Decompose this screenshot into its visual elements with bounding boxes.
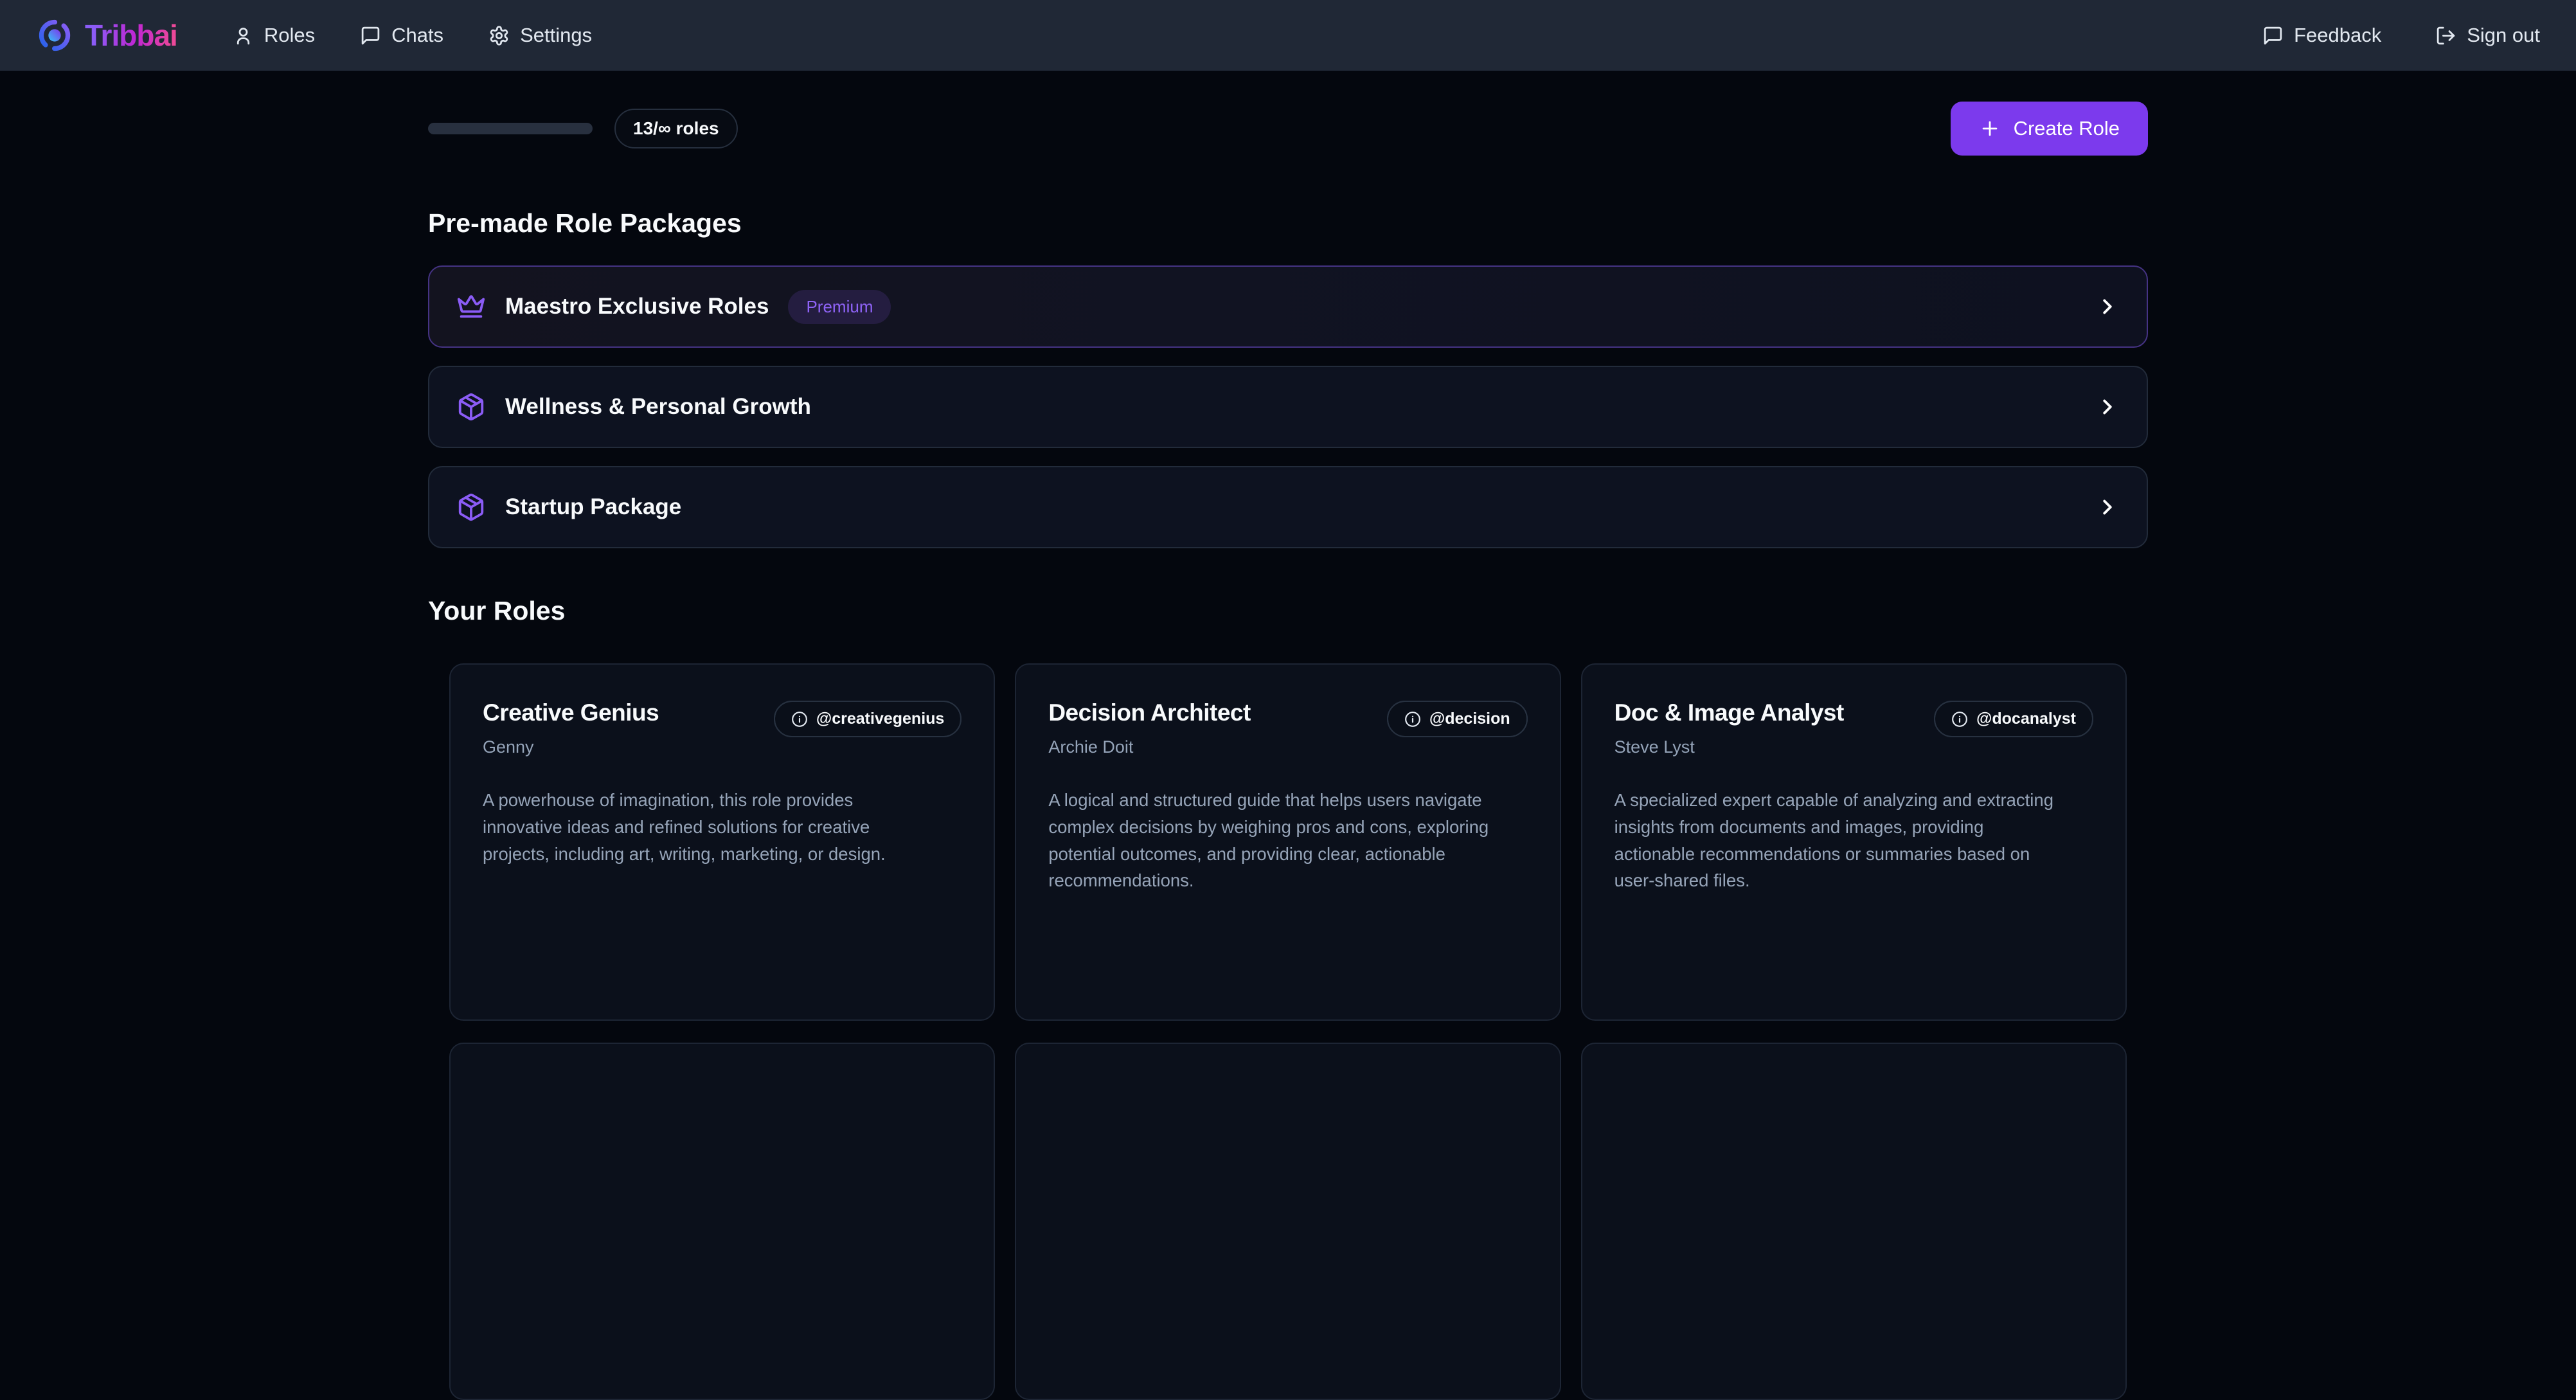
create-role-button[interactable]: Create Role (1951, 102, 2148, 156)
role-card-doc-image-analyst[interactable]: Doc & Image Analyst Steve Lyst @docanaly… (1581, 663, 2127, 1021)
role-card-creative-genius[interactable]: Creative Genius Genny @creativegenius A … (449, 663, 995, 1021)
role-title: Creative Genius (483, 699, 659, 726)
role-quota-badge: 13/∞ roles (614, 109, 738, 148)
premade-packages-heading: Pre-made Role Packages (428, 208, 2148, 238)
role-description: A powerhouse of imagination, this role p… (483, 787, 933, 867)
main-content: 13/∞ roles Create Role Pre-made Role Pac… (428, 102, 2148, 1400)
sign-out-label: Sign out (2467, 24, 2540, 47)
package-title: Startup Package (505, 494, 681, 520)
top-navbar: Tribbai Roles Chats Settings Feedba (0, 0, 2576, 71)
package-title: Maestro Exclusive Roles (505, 294, 769, 319)
role-card-partial[interactable] (449, 1043, 995, 1400)
role-description: A logical and structured guide that help… (1048, 787, 1498, 894)
role-card-decision-architect[interactable]: Decision Architect Archie Doit @decision… (1015, 663, 1561, 1021)
role-subtitle: Archie Doit (1048, 737, 1251, 757)
role-card-partial[interactable] (1581, 1043, 2127, 1400)
role-handle-badge[interactable]: @creativegenius (774, 701, 962, 737)
premium-badge: Premium (788, 290, 891, 324)
chevron-right-icon (2095, 395, 2120, 419)
role-handle-badge[interactable]: @docanalyst (1934, 701, 2093, 737)
user-icon (233, 25, 254, 46)
info-icon (1404, 711, 1421, 728)
role-card-header: Doc & Image Analyst Steve Lyst @docanaly… (1614, 699, 2093, 757)
nav-label-roles: Roles (264, 24, 315, 47)
brand-logo[interactable]: Tribbai (36, 17, 177, 54)
role-card-header: Decision Architect Archie Doit @decision (1048, 699, 1527, 757)
gear-icon (488, 25, 510, 46)
sign-out-button[interactable]: Sign out (2435, 24, 2540, 47)
brand-name: Tribbai (85, 18, 177, 53)
nav-item-settings[interactable]: Settings (488, 24, 592, 47)
package-icon (456, 492, 486, 522)
feedback-label: Feedback (2294, 24, 2381, 47)
role-card-title-block: Creative Genius Genny (483, 699, 659, 757)
role-subtitle: Genny (483, 737, 659, 757)
package-card-startup[interactable]: Startup Package (428, 466, 2148, 548)
feedback-button[interactable]: Feedback (2262, 24, 2381, 47)
roles-grid: Creative Genius Genny @creativegenius A … (428, 663, 2148, 1400)
chevron-right-icon (2095, 495, 2120, 519)
info-icon (1951, 711, 1968, 728)
package-icon (456, 392, 486, 422)
role-card-title-block: Decision Architect Archie Doit (1048, 699, 1251, 757)
nav-item-chats[interactable]: Chats (360, 24, 443, 47)
role-card-title-block: Doc & Image Analyst Steve Lyst (1614, 699, 1844, 757)
roles-toolbar: 13/∞ roles Create Role (428, 102, 2148, 156)
your-roles-heading: Your Roles (428, 596, 2148, 626)
main-nav: Roles Chats Settings (233, 24, 592, 47)
chat-icon (360, 25, 381, 46)
role-card-partial[interactable] (1015, 1043, 1561, 1400)
role-card-header: Creative Genius Genny @creativegenius (483, 699, 962, 757)
nav-label-chats: Chats (391, 24, 443, 47)
role-handle-text: @decision (1429, 710, 1510, 728)
crown-icon (456, 292, 486, 321)
package-card-wellness[interactable]: Wellness & Personal Growth (428, 366, 2148, 448)
tribbai-logo-icon (36, 17, 73, 54)
package-list: Maestro Exclusive Roles Premium Wellness… (428, 265, 2148, 548)
role-quota: 13/∞ roles (428, 109, 738, 148)
plus-icon (1979, 118, 2001, 139)
package-card-maestro[interactable]: Maestro Exclusive Roles Premium (428, 265, 2148, 348)
role-title: Doc & Image Analyst (1614, 699, 1844, 726)
topbar-right: Feedback Sign out (2262, 24, 2540, 47)
nav-item-roles[interactable]: Roles (233, 24, 315, 47)
role-subtitle: Steve Lyst (1614, 737, 1844, 757)
logout-icon (2435, 25, 2456, 46)
chevron-right-icon (2095, 294, 2120, 319)
role-handle-text: @creativegenius (816, 710, 944, 728)
role-description: A specialized expert capable of analyzin… (1614, 787, 2064, 894)
nav-label-settings: Settings (520, 24, 592, 47)
role-title: Decision Architect (1048, 699, 1251, 726)
role-handle-text: @docanalyst (1976, 710, 2076, 728)
package-title: Wellness & Personal Growth (505, 394, 811, 420)
create-role-label: Create Role (2014, 117, 2120, 140)
role-handle-badge[interactable]: @decision (1387, 701, 1528, 737)
feedback-chat-icon (2262, 25, 2284, 46)
role-quota-progressbar (428, 123, 593, 134)
info-icon (791, 711, 808, 728)
